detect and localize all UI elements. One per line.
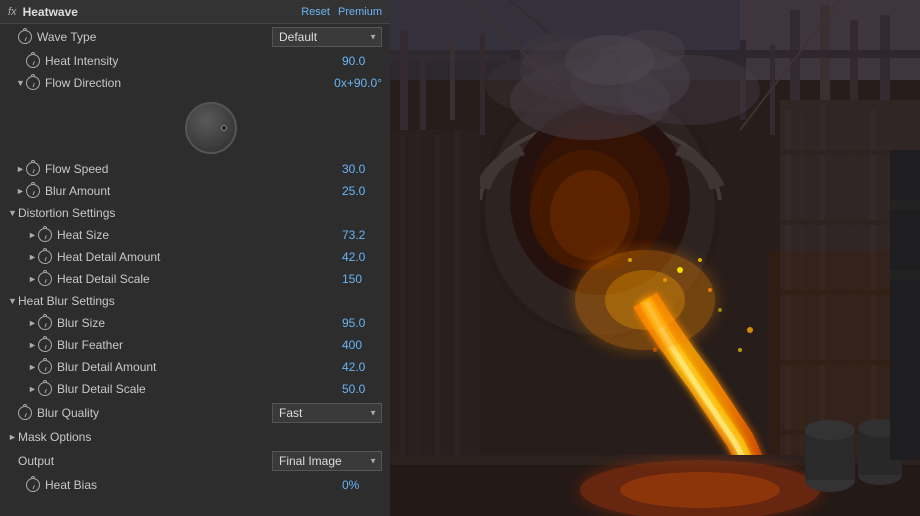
wave-type-label: Wave Type [37,30,272,44]
preview-panel [390,0,920,516]
heat-bias-stopwatch[interactable] [26,478,40,492]
flow-speed-value[interactable]: 30.0 [342,162,382,176]
heat-size-label: Heat Size [57,228,342,242]
wave-type-stopwatch[interactable] [18,30,32,44]
wave-type-select[interactable]: Default Wave A Wave B [272,27,382,47]
blur-quality-select[interactable]: Fast Normal High [272,403,382,423]
blur-detail-amount-arrow[interactable] [28,362,38,372]
premium-button[interactable]: Premium [338,6,382,18]
heat-blur-settings-label: Heat Blur Settings [18,294,382,308]
blur-detail-amount-stopwatch[interactable] [38,360,52,374]
blur-feather-value[interactable]: 400 [342,338,382,352]
blur-amount-stopwatch[interactable] [26,184,40,198]
mask-options-label: Mask Options [18,430,382,444]
blur-amount-arrow[interactable] [16,186,26,196]
heat-detail-scale-row: Heat Detail Scale 150 [0,268,390,290]
output-dropdown-wrapper: Final Image Heat Map Distortion [272,451,382,471]
blur-size-arrow[interactable] [28,318,38,328]
blur-detail-amount-row: Blur Detail Amount 42.0 [0,356,390,378]
output-row: Output Final Image Heat Map Distortion [0,448,390,474]
flow-direction-arrow[interactable] [16,78,26,88]
heat-size-arrow[interactable] [28,230,38,240]
flow-speed-stopwatch[interactable] [26,162,40,176]
blur-feather-row: Blur Feather 400 [0,334,390,356]
flow-direction-value[interactable]: 0x+90.0° [334,76,382,90]
blur-feather-stopwatch[interactable] [38,338,52,352]
blur-quality-row: Blur Quality Fast Normal High [0,400,390,426]
heat-bias-value[interactable]: 0% [342,478,382,492]
distortion-settings-label: Distortion Settings [18,206,382,220]
effects-panel: fx Heatwave Reset Premium Wave Type Defa… [0,0,390,516]
blur-detail-amount-value[interactable]: 42.0 [342,360,382,374]
heat-blur-settings-row[interactable]: Heat Blur Settings [0,290,390,312]
heat-bias-label: Heat Bias [45,478,342,492]
heat-detail-amount-row: Heat Detail Amount 42.0 [0,246,390,268]
flow-direction-dial-container [0,94,390,158]
heat-detail-scale-stopwatch[interactable] [38,272,52,286]
distortion-settings-arrow[interactable] [8,208,18,218]
heat-size-stopwatch[interactable] [38,228,52,242]
mask-options-row[interactable]: Mask Options [0,426,390,448]
blur-amount-value[interactable]: 25.0 [342,184,382,198]
output-select[interactable]: Final Image Heat Map Distortion [272,451,382,471]
distortion-settings-row[interactable]: Distortion Settings [0,202,390,224]
heat-detail-amount-value[interactable]: 42.0 [342,250,382,264]
flow-direction-dial[interactable] [185,102,237,154]
blur-detail-amount-label: Blur Detail Amount [57,360,342,374]
blur-feather-label: Blur Feather [57,338,342,352]
flow-speed-arrow[interactable] [16,164,26,174]
blur-quality-dropdown-wrapper: Fast Normal High [272,403,382,423]
blur-detail-scale-stopwatch[interactable] [38,382,52,396]
heat-bias-row: Heat Bias 0% [0,474,390,496]
heat-detail-scale-arrow[interactable] [28,274,38,284]
flow-direction-stopwatch[interactable] [26,76,40,90]
blur-detail-scale-arrow[interactable] [28,384,38,394]
heat-intensity-row: Heat Intensity 90.0 [0,50,390,72]
wave-type-row: Wave Type Default Wave A Wave B [0,24,390,50]
heat-size-row: Heat Size 73.2 [0,224,390,246]
panel-header: fx Heatwave Reset Premium [0,0,390,24]
flow-speed-label: Flow Speed [45,162,342,176]
blur-amount-row: Blur Amount 25.0 [0,180,390,202]
heat-size-value[interactable]: 73.2 [342,228,382,242]
blur-quality-label: Blur Quality [37,406,272,420]
blur-detail-scale-value[interactable]: 50.0 [342,382,382,396]
heat-intensity-label: Heat Intensity [45,54,342,68]
blur-size-row: Blur Size 95.0 [0,312,390,334]
reset-button[interactable]: Reset [301,6,330,18]
blur-feather-arrow[interactable] [28,340,38,350]
heat-detail-amount-stopwatch[interactable] [38,250,52,264]
blur-quality-stopwatch[interactable] [18,406,32,420]
flow-direction-row: Flow Direction 0x+90.0° [0,72,390,94]
dial-indicator [221,125,227,131]
blur-amount-label: Blur Amount [45,184,342,198]
heat-detail-scale-label: Heat Detail Scale [57,272,342,286]
heat-detail-amount-label: Heat Detail Amount [57,250,342,264]
plugin-name: Heatwave [23,5,302,19]
blur-size-stopwatch[interactable] [38,316,52,330]
blur-detail-scale-label: Blur Detail Scale [57,382,342,396]
fx-label: fx [8,6,17,18]
mask-options-arrow[interactable] [8,432,18,442]
blur-size-label: Blur Size [57,316,342,330]
heat-blur-settings-arrow[interactable] [8,296,18,306]
flow-direction-label: Flow Direction [45,76,334,90]
blur-detail-scale-row: Blur Detail Scale 50.0 [0,378,390,400]
heat-detail-scale-value[interactable]: 150 [342,272,382,286]
flow-speed-row: Flow Speed 30.0 [0,158,390,180]
heat-intensity-stopwatch[interactable] [26,54,40,68]
blur-size-value[interactable]: 95.0 [342,316,382,330]
output-label: Output [18,454,272,468]
wave-type-dropdown-wrapper: Default Wave A Wave B [272,27,382,47]
scene-svg [390,0,920,516]
heat-intensity-value[interactable]: 90.0 [342,54,382,68]
heat-detail-amount-arrow[interactable] [28,252,38,262]
